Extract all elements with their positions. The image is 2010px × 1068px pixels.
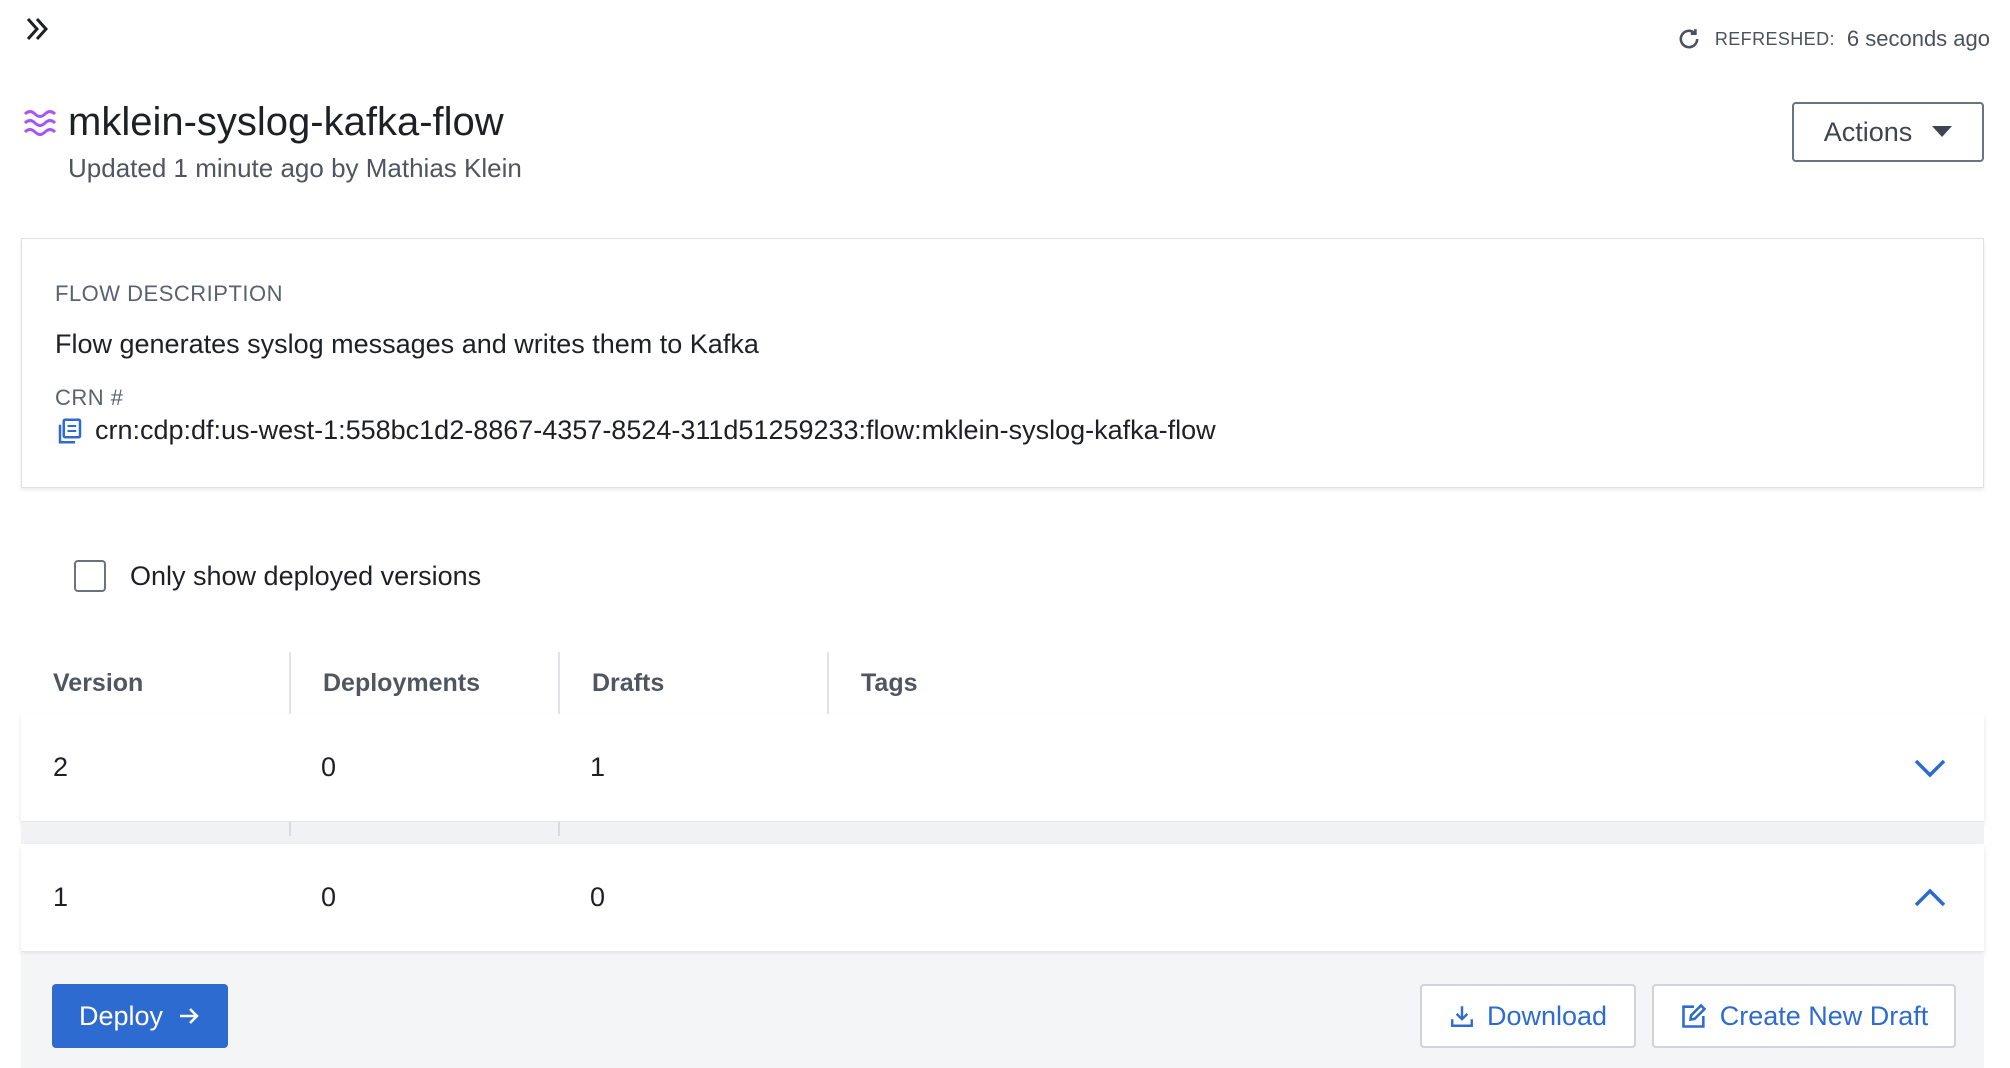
drafts-cell: 0 — [590, 882, 606, 912]
refreshed-label: REFRESHED: — [1714, 28, 1835, 49]
column-header-drafts[interactable]: Drafts — [558, 652, 828, 714]
caret-down-icon — [1932, 126, 1953, 137]
page-title: mklein-syslog-kafka-flow — [68, 100, 504, 144]
only-deployed-checkbox[interactable] — [74, 560, 106, 592]
copy-icon[interactable] — [55, 416, 85, 446]
deploy-label: Deploy — [78, 1000, 164, 1031]
deployments-cell: 0 — [321, 882, 337, 912]
drafts-cell: 1 — [590, 752, 606, 782]
flow-description-card: FLOW DESCRIPTION Flow generates syslog m… — [21, 238, 1984, 488]
double-chevron-right-icon — [26, 17, 49, 41]
row-spacer — [21, 822, 1984, 844]
create-new-draft-label: Create New Draft — [1719, 1000, 1929, 1031]
download-button[interactable]: Download — [1420, 984, 1636, 1048]
flow-description-text: Flow generates syslog messages and write… — [55, 329, 759, 359]
column-divider — [289, 822, 291, 836]
refresh-status: REFRESHED: 6 seconds ago — [1675, 22, 1990, 56]
column-header-version[interactable]: Version — [21, 652, 291, 714]
arrow-right-icon — [180, 1008, 199, 1024]
download-icon — [1451, 1006, 1473, 1027]
chevron-up-icon[interactable] — [1912, 880, 1948, 916]
create-new-draft-button[interactable]: Create New Draft — [1652, 984, 1956, 1048]
version-cell: 1 — [53, 882, 69, 912]
deployments-cell: 0 — [321, 752, 337, 782]
edit-icon — [1681, 1003, 1707, 1028]
table-row[interactable]: 1 0 0 — [21, 844, 1984, 952]
flow-waves-icon — [23, 110, 57, 136]
column-divider — [558, 822, 560, 836]
column-header-tags[interactable]: Tags — [827, 652, 1227, 714]
crn-value: crn:cdp:df:us-west-1:558bc1d2-8867-4357-… — [95, 415, 1216, 445]
only-deployed-label: Only show deployed versions — [130, 560, 482, 591]
crn-label: CRN # — [55, 385, 124, 410]
table-row[interactable]: 2 0 1 — [21, 714, 1984, 822]
crn-row: crn:cdp:df:us-west-1:558bc1d2-8867-4357-… — [55, 415, 1216, 446]
download-label: Download — [1486, 1000, 1608, 1031]
refreshed-value: 6 seconds ago — [1846, 26, 1990, 51]
only-deployed-filter[interactable]: Only show deployed versions — [74, 560, 481, 592]
page-subtitle: Updated 1 minute ago by Mathias Klein — [68, 153, 522, 183]
actions-dropdown-button[interactable]: Actions — [1792, 102, 1984, 162]
deploy-button[interactable]: Deploy — [52, 984, 228, 1048]
chevron-down-icon[interactable] — [1912, 750, 1948, 786]
column-header-deployments[interactable]: Deployments — [289, 652, 559, 714]
version-cell: 2 — [53, 752, 69, 782]
refresh-icon[interactable] — [1675, 25, 1703, 53]
flow-description-label: FLOW DESCRIPTION — [55, 281, 284, 306]
versions-table-header: Version Deployments Drafts Tags — [21, 652, 1984, 715]
actions-label: Actions — [1823, 116, 1913, 147]
expand-sidebar-button[interactable] — [22, 14, 52, 44]
